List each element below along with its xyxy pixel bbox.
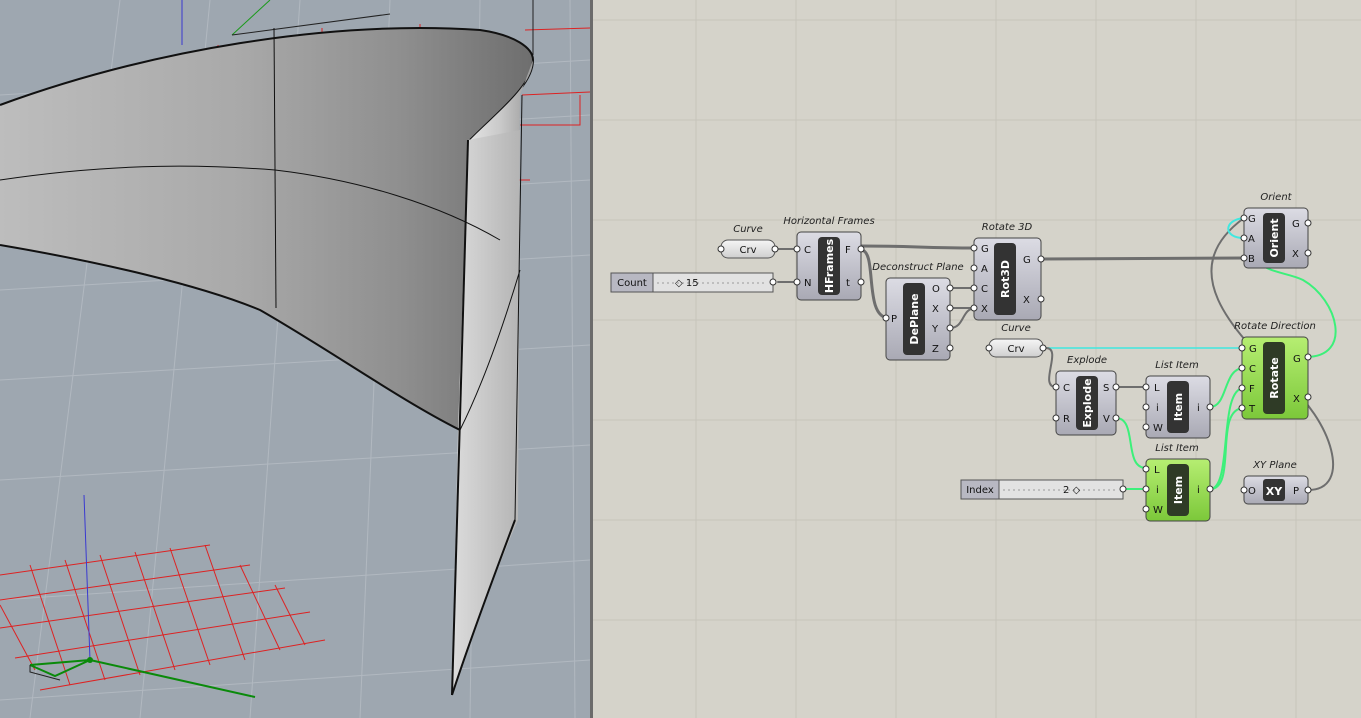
hframes-out-f: F [845,245,851,256]
grasshopper-canvas[interactable]: Curve Crv Count ◇ 15 Horizontal Frames H… [593,0,1361,718]
xyplane-title: XY Plane [1252,460,1297,471]
rotdir-out-x: X [1293,394,1300,405]
rot3d-out-g: G [1023,255,1031,266]
listitem1-name: Item [1172,393,1185,421]
wire-hframes-rot3d-g [859,244,978,250]
list-item-component-1[interactable]: List Item Item L i W i [1142,360,1214,439]
extrusion-back-wall [0,28,533,431]
rot3d-in-a: A [981,264,988,275]
deplane-name: DePlane [908,293,921,344]
listitem2-in-i: i [1156,485,1159,496]
curve-param-1[interactable]: Curve Crv [717,224,779,259]
rot3d-out-x: X [1023,295,1030,306]
gh-graph: Curve Crv Count ◇ 15 Horizontal Frames H… [593,0,1361,718]
index-slider-label: Index [966,485,994,496]
index-slider[interactable]: Index 2 ◇ [960,479,1127,500]
explode-title: Explode [1067,355,1107,366]
deplane-out-z: Z [932,344,939,355]
listitem1-title: List Item [1155,360,1199,371]
rotdir-name: Rotate [1268,357,1281,398]
wire-hframes-deplane [859,248,891,320]
wire-curve2-explode [1045,347,1057,388]
listitem2-in-l: L [1154,465,1160,476]
explode-in-c: C [1063,383,1070,394]
listitem1-in-l: L [1154,383,1160,394]
deplane-title: Deconstruct Plane [872,262,963,273]
rhino-viewport[interactable] [0,0,590,718]
list-item-component-2[interactable]: List Item Item L i W i [1142,443,1214,522]
listitem2-title: List Item [1155,443,1199,454]
count-slider-value[interactable]: ◇ 15 [675,278,699,289]
curve-param-2[interactable]: Curve Crv [985,323,1047,358]
curve-title: Curve [733,224,763,235]
listitem1-in-w: W [1153,423,1163,434]
orient-name: Orient [1268,218,1281,257]
orient-out-g: G [1292,219,1300,230]
rot3d-in-c: C [981,284,988,295]
deplane-out-o: O [932,284,940,295]
curve2-label: Crv [1007,344,1024,355]
deplane-out-y: Y [931,324,939,335]
count-slider[interactable]: Count ◇ 15 [610,272,777,293]
xyplane-name: XY [1266,485,1283,498]
deplane-out-x: X [932,304,939,315]
orient-title: Orient [1260,192,1292,203]
curve-label: Crv [739,245,756,256]
listitem1-in-i: i [1156,403,1159,414]
hframes-component[interactable]: Horizontal Frames HFrames C N F t [783,216,875,301]
listitem1-out-i: i [1197,403,1200,414]
explode-out-v: V [1103,414,1110,425]
explode-name: Explode [1081,378,1094,427]
orient-in-g: G [1248,214,1256,225]
orient-in-a: A [1248,234,1255,245]
rot3d-title: Rotate 3D [982,222,1033,233]
index-slider-value[interactable]: 2 ◇ [1063,485,1081,496]
rotdir-in-c: C [1249,364,1256,375]
rot3d-in-x: X [981,304,988,315]
xyplane-out-p: P [1293,486,1299,497]
listitem2-out-i: i [1197,485,1200,496]
hframes-in-c: C [804,245,811,256]
orient-in-b: B [1248,254,1255,265]
rot3d-name: Rot3D [999,260,1012,298]
explode-component[interactable]: Explode Explode C R S V [1052,355,1120,436]
rotdir-in-t: T [1248,404,1256,415]
rotdir-title: Rotate Direction [1234,321,1316,332]
explode-in-r: R [1063,414,1070,425]
xy-plane-component[interactable]: XY Plane XY O P [1240,460,1312,505]
rotdir-out-g: G [1293,354,1301,365]
xyplane-in-o: O [1248,486,1256,497]
hframes-title: Horizontal Frames [783,216,874,227]
deplane-in-p: P [891,314,897,325]
viewport-scene [0,0,590,718]
explode-out-s: S [1103,383,1109,394]
rotdir-in-f: F [1249,384,1255,395]
wire-deplane-rot3d-a [949,307,977,329]
deplane-component[interactable]: Deconstruct Plane DePlane P O X Y Z [872,262,964,361]
listitem2-name: Item [1172,476,1185,504]
hframes-out-t: t [846,278,850,289]
rotdir-in-g: G [1249,344,1257,355]
hframes-name: HFrames [823,238,836,293]
rot3d-in-g: G [981,244,989,255]
curve2-title: Curve [1001,323,1031,334]
rotate-direction-component[interactable]: Rotate Direction Rotate G C F T G X [1234,321,1316,420]
orient-out-x: X [1292,249,1299,260]
wire-explode-listitem2 [1115,417,1147,469]
hframes-in-n: N [804,278,811,289]
orient-component[interactable]: Orient Orient G A B G X [1240,192,1312,269]
count-slider-label: Count [617,278,647,289]
rot3d-component[interactable]: Rotate 3D Rot3D G A C X G X [970,222,1045,321]
listitem2-in-w: W [1153,505,1163,516]
